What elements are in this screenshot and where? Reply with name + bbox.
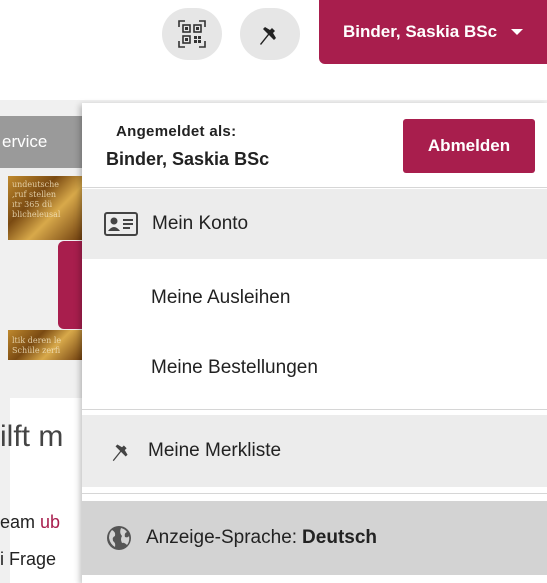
globe-icon: [106, 525, 132, 551]
content-link[interactable]: ub: [40, 512, 60, 532]
bookmark-pin-button[interactable]: [240, 8, 300, 60]
menu-item-mein-konto[interactable]: Mein Konto: [82, 189, 547, 259]
logged-in-name: Binder, Saskia BSc: [106, 149, 270, 169]
menu-item-anzeige-sprache[interactable]: Anzeige-Sprache: Deutsch: [82, 501, 547, 575]
decorative-image: ltik deren le Schüle zerfi: [8, 330, 84, 360]
qr-code-button[interactable]: [162, 8, 222, 60]
id-card-icon: [104, 212, 138, 236]
menu-item-meine-merkliste[interactable]: Meine Merkliste: [82, 415, 547, 487]
pin-icon: [110, 438, 134, 464]
menu-item-label: Meine Bestellungen: [151, 357, 318, 378]
menu-item-label: Meine Merkliste: [148, 440, 282, 461]
menu-item-label: Mein Konto: [152, 213, 249, 234]
language-value: Deutsch: [302, 527, 378, 548]
content-heading: ilft m: [0, 420, 64, 453]
logout-button[interactable]: Abmelden: [403, 119, 535, 173]
menu-item-meine-ausleihen[interactable]: Meine Ausleihen: [82, 263, 547, 333]
divider: [82, 409, 547, 410]
nav-tab-label: ervice: [2, 132, 48, 151]
content-text: eam ub: [0, 512, 61, 532]
menu-item-label: Meine Ausleihen: [151, 287, 291, 308]
content-text: i Frage: [0, 549, 57, 569]
divider: [82, 493, 547, 494]
decorative-image: undeutsche ,ruf stellen ıtr 365 dü blichele…: [8, 176, 84, 240]
user-menu-button[interactable]: Binder, Saskia BSc: [319, 0, 547, 64]
user-name-label: Binder, Saskia BSc: [343, 22, 498, 41]
chevron-down-icon: [511, 29, 524, 35]
language-label: Anzeige-Sprache:: [146, 527, 298, 548]
logged-in-label: Angemeldet als:: [116, 123, 237, 140]
pin-icon: [260, 22, 276, 45]
divider: [82, 187, 547, 188]
menu-item-meine-bestellungen[interactable]: Meine Bestellungen: [82, 333, 547, 403]
nav-tab-service[interactable]: ervice: [0, 116, 82, 168]
user-dropdown-menu: Angemeldet als: Binder, Saskia BSc Abmel…: [82, 103, 547, 583]
qr-code-icon: [178, 20, 206, 48]
